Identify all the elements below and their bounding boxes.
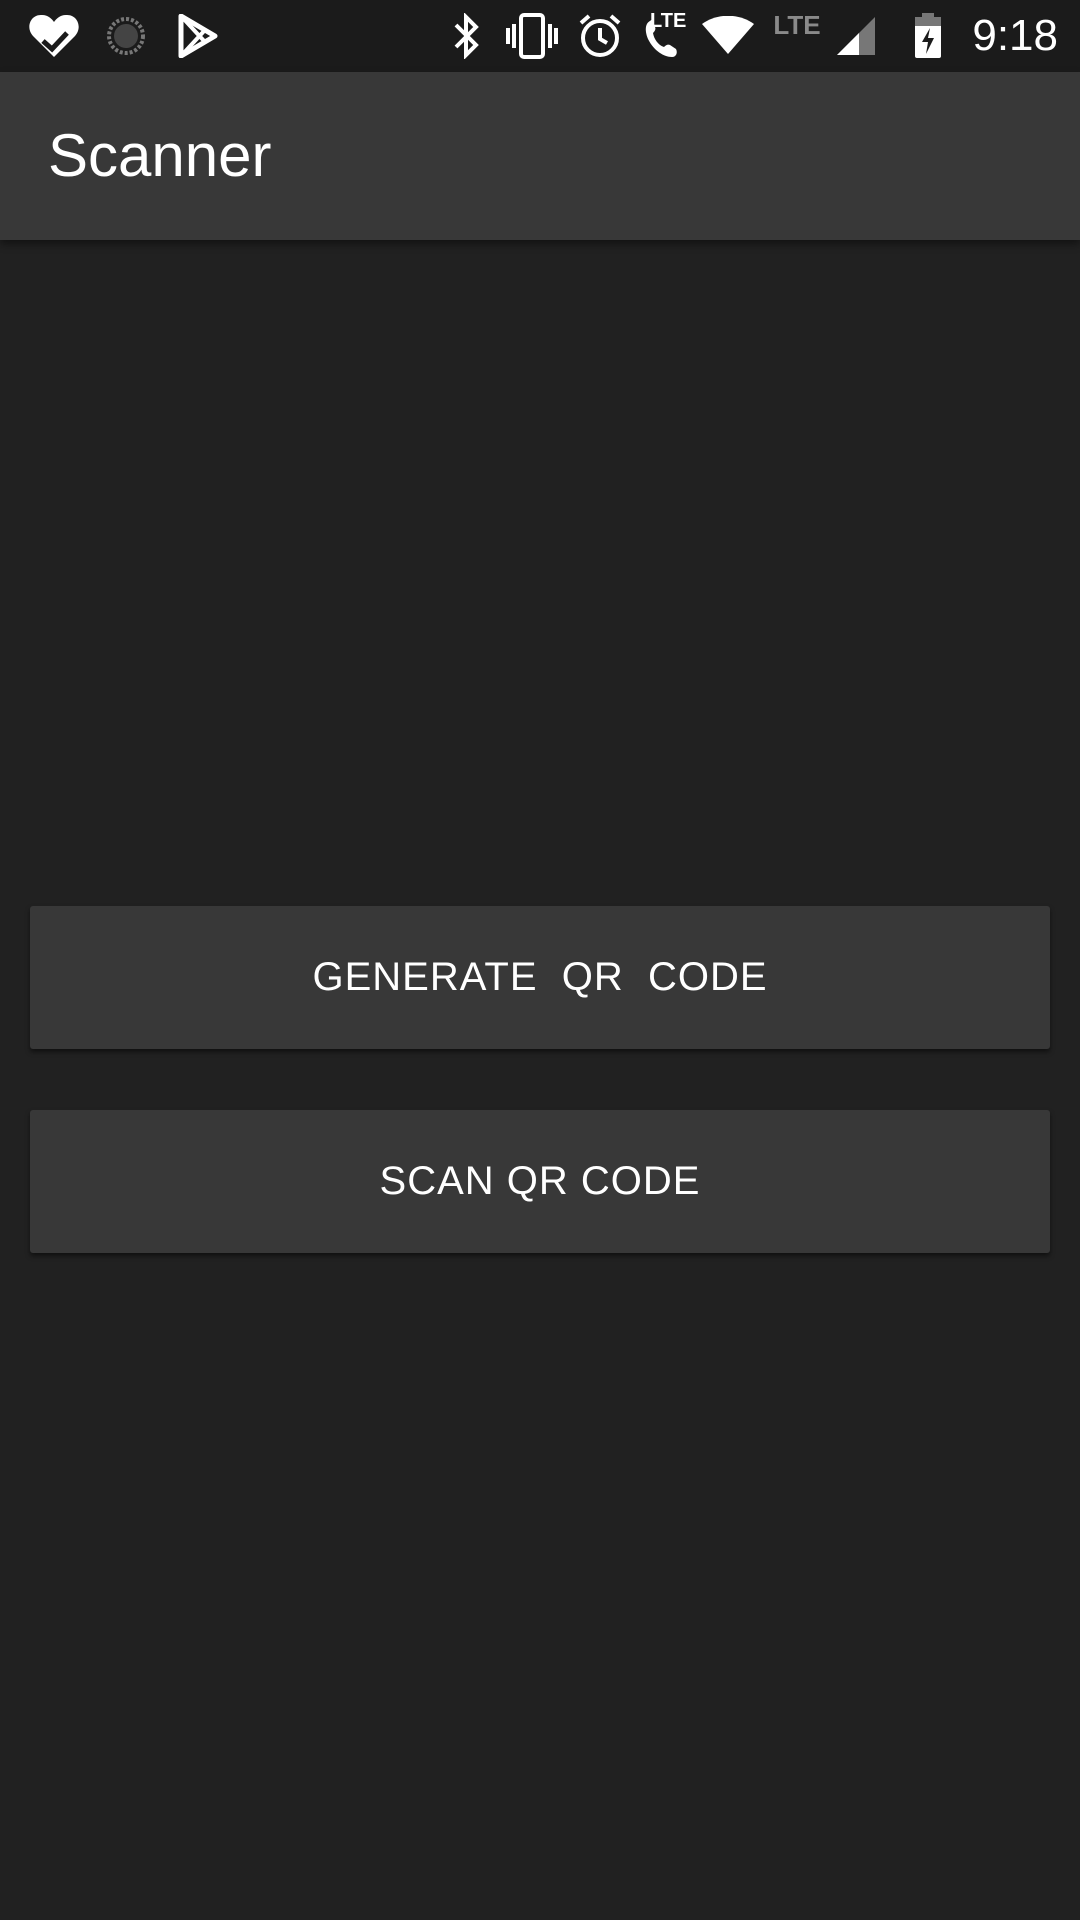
lte-signal-icon: LTE <box>772 10 822 40</box>
lte-call-label: LTE <box>650 10 687 32</box>
bluetooth-icon <box>450 10 484 62</box>
alarm-icon <box>576 10 624 62</box>
lte-call-icon: LTE <box>632 10 692 62</box>
health-heart-check-icon <box>26 10 82 62</box>
app-title: Scanner <box>48 122 272 189</box>
cell-signal-icon <box>834 10 878 62</box>
status-bar: LTE LTE 9:18 <box>0 0 1080 72</box>
lte-label: LTE <box>773 9 821 40</box>
wifi-icon <box>700 10 756 62</box>
play-store-icon <box>176 10 220 62</box>
vibrate-icon <box>504 10 560 62</box>
scan-qr-code-button[interactable]: SCAN QR CODE <box>30 1110 1050 1253</box>
screen: LTE LTE 9:18 Scanner GENERATE QR CODE SC… <box>0 0 1080 1920</box>
loading-circle-icon <box>104 10 148 62</box>
status-time: 9:18 <box>972 11 1058 60</box>
app-bar: Scanner <box>0 72 1080 240</box>
generate-qr-code-button[interactable]: GENERATE QR CODE <box>30 906 1050 1049</box>
battery-charging-icon <box>912 10 944 62</box>
